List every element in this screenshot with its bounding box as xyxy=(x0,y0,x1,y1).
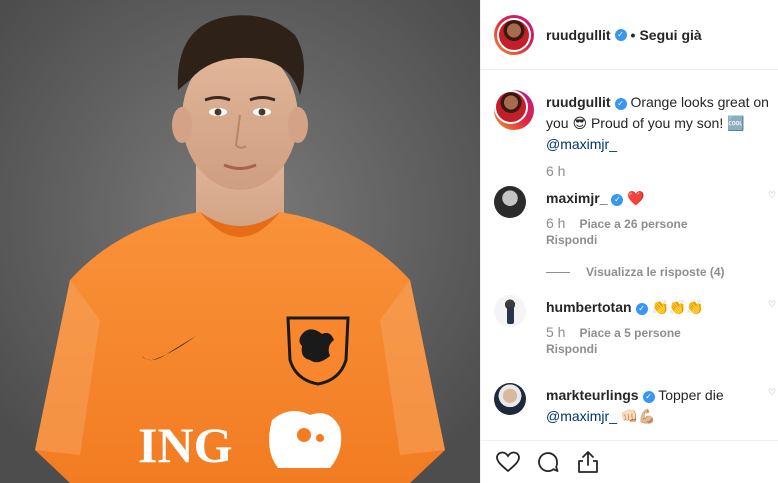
post-header: ruudgullit ✓ • Segui già xyxy=(481,0,778,70)
post-side-panel: ruudgullit ✓ • Segui già ruudgullit ✓ Ora… xyxy=(480,0,778,483)
heart-icon[interactable] xyxy=(495,449,521,475)
post-actions-bar xyxy=(481,440,778,483)
caption-mention[interactable]: @maximjr_ xyxy=(546,136,617,152)
author-username[interactable]: ruudgullit xyxy=(546,27,611,43)
svg-text:ING: ING xyxy=(138,417,232,473)
caption-body: ruudgullit ✓ Orange looks great on you 😎 … xyxy=(546,92,778,180)
verified-badge-icon: ✓ xyxy=(611,194,624,206)
comment-text: ❤️ xyxy=(627,190,645,206)
comment-time[interactable]: 6 h xyxy=(546,215,565,231)
comment-icon[interactable] xyxy=(535,449,561,475)
comments-list[interactable]: ruudgullit ✓ Orange looks great on you 😎 … xyxy=(481,71,778,431)
caption-username[interactable]: ruudgullit xyxy=(546,94,611,110)
post-photo[interactable]: ING xyxy=(0,0,480,483)
verified-badge-icon: ✓ xyxy=(614,28,627,41)
comment-mention[interactable]: @maximjr_ xyxy=(546,408,617,424)
player-illustration: ING xyxy=(0,0,480,483)
comment-username[interactable]: markteurlings xyxy=(546,387,639,403)
comment-body: maximjr_ ✓ ❤️ 6 h Piace a 26 persone Rispo… xyxy=(546,188,778,283)
comment-avatar[interactable] xyxy=(494,295,526,327)
verified-badge-icon: ✓ xyxy=(642,391,655,403)
reply-button[interactable]: Rispondi xyxy=(546,341,778,357)
follow-status-button[interactable]: Segui già xyxy=(639,27,701,43)
header-separator: • xyxy=(630,26,636,43)
comment-emoji: 👊🏻💪🏼 xyxy=(620,408,656,424)
reply-button[interactable]: Rispondi xyxy=(546,232,778,248)
comment-body: humbertotan ✓ 👏👏👏 5 h Piace a 5 persone Ri… xyxy=(546,297,778,357)
comment-text: 👏👏👏 xyxy=(651,299,704,315)
verified-badge-icon: ✓ xyxy=(635,303,648,315)
author-avatar[interactable] xyxy=(494,14,534,55)
comment-like-heart-icon[interactable]: ♡ xyxy=(768,190,778,200)
comment-username[interactable]: maximjr_ xyxy=(546,190,607,206)
comment-likes[interactable]: Piace a 5 persone xyxy=(579,326,680,340)
comment-time[interactable]: 5 h xyxy=(546,324,565,340)
caption-time[interactable]: 6 h xyxy=(546,163,565,179)
comment-likes[interactable]: Piace a 26 persone xyxy=(579,217,687,231)
comment-like-heart-icon[interactable]: ♡ xyxy=(768,299,778,309)
comment-avatar[interactable] xyxy=(494,383,526,415)
share-icon[interactable] xyxy=(575,449,601,475)
comment-body: markteurlings ✓ Topper die @maximjr_ 👊🏻💪🏼 xyxy=(546,385,778,427)
comment-avatar[interactable] xyxy=(494,186,526,218)
view-replies-button[interactable]: Visualizza le risposte (4) xyxy=(546,262,778,283)
verified-badge-icon: ✓ xyxy=(614,98,627,110)
comment-like-heart-icon[interactable]: ♡ xyxy=(768,387,778,397)
comment-username[interactable]: humbertotan xyxy=(546,299,632,315)
comment-text: Topper die xyxy=(658,387,724,403)
caption-avatar[interactable] xyxy=(494,90,534,130)
instagram-post-view: ING ruudgullit ✓ • Segui già ruudgullit … xyxy=(0,0,778,483)
